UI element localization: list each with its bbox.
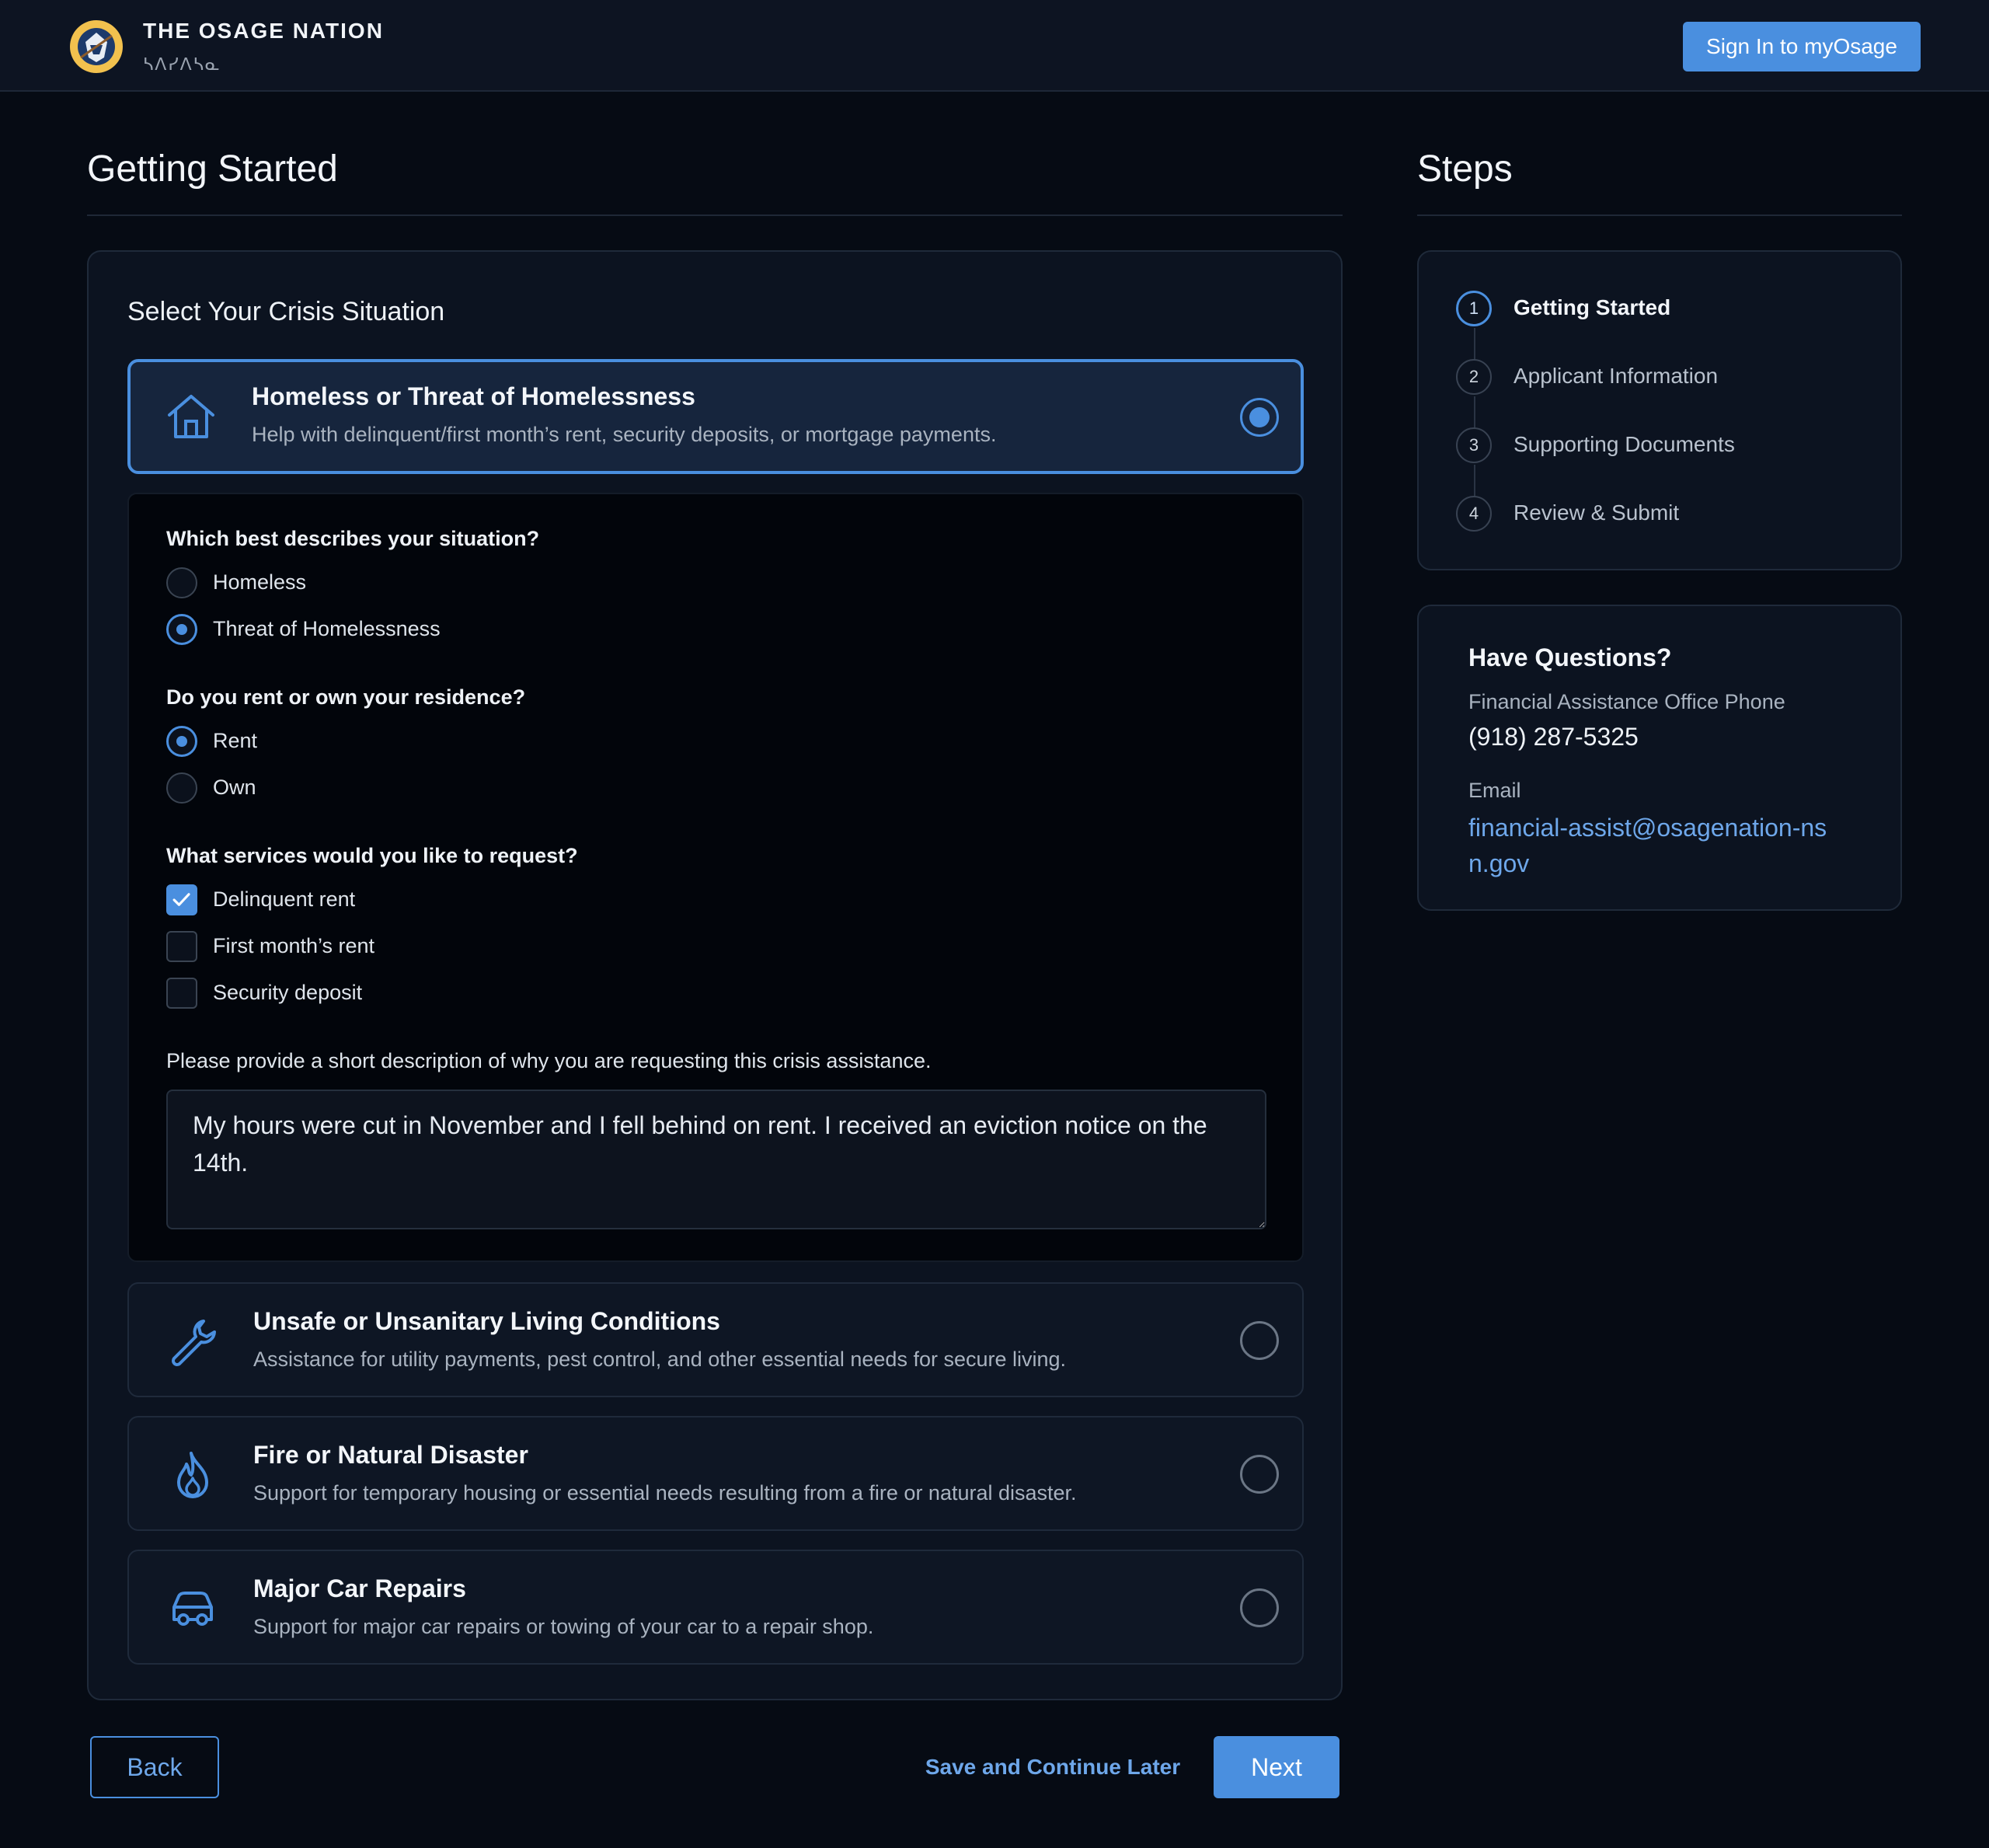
steps-card: 1 Getting Started 2 Applicant Informatio… xyxy=(1417,250,1902,570)
save-continue-later-button[interactable]: Save and Continue Later xyxy=(925,1736,1181,1798)
radio-label: Homeless xyxy=(213,570,307,594)
org-subtitle: ᓴᐱᓯᐱᓴᓇ xyxy=(143,54,221,74)
radio-label: Rent xyxy=(213,729,258,752)
wrench-icon xyxy=(172,1320,216,1366)
top-bar: THE OSAGE NATION ᓴᐱᓯᐱᓴᓇ Sign In to myOsa… xyxy=(0,0,1989,92)
option-homeless[interactable]: Homeless or Threat of Homelessness Help … xyxy=(127,359,1304,474)
radio-homeless-circle[interactable] xyxy=(166,567,197,598)
sign-in-button[interactable]: Sign In to myOsage xyxy=(1683,22,1921,71)
email-label: Email xyxy=(1468,779,1521,802)
org-name: THE OSAGE NATION xyxy=(143,19,384,43)
next-button[interactable]: Next xyxy=(1214,1736,1339,1798)
radio-label: Threat of Homelessness xyxy=(213,617,441,640)
services-question: What services would you like to request? xyxy=(166,844,578,867)
description-label: Please provide a short description of wh… xyxy=(166,1049,932,1072)
option-radio[interactable] xyxy=(1240,1588,1279,1627)
option-desc: Support for major car repairs or towing … xyxy=(253,1615,874,1638)
step-connector xyxy=(1474,465,1475,497)
option-title: Fire or Natural Disaster xyxy=(253,1441,528,1469)
step-name: Getting Started xyxy=(1514,295,1671,319)
option-radio[interactable] xyxy=(1240,1455,1279,1494)
option-radio[interactable] xyxy=(1240,398,1279,437)
radio-threat-circle[interactable] xyxy=(166,614,197,645)
option-unsafe-living[interactable]: Unsafe or Unsanitary Living Conditions A… xyxy=(127,1282,1304,1397)
crisis-panel: Select Your Crisis Situation Homeless or… xyxy=(87,250,1343,1700)
questions-title: Have Questions? xyxy=(1468,643,1672,671)
step-number: 4 xyxy=(1456,496,1492,532)
questions-card: Have Questions? Financial Assistance Off… xyxy=(1417,605,1902,911)
house-icon xyxy=(168,395,214,438)
checkmark-icon xyxy=(172,893,190,906)
situation-details: Which best describes your situation? Hom… xyxy=(127,493,1304,1262)
option-title: Unsafe or Unsanitary Living Conditions xyxy=(253,1307,720,1335)
radio-label: Own xyxy=(213,776,256,799)
radio-rent-circle[interactable] xyxy=(166,726,197,757)
phone-number[interactable]: (918) 287-5325 xyxy=(1468,723,1639,751)
checkbox-box[interactable] xyxy=(166,884,197,915)
step-name: Supporting Documents xyxy=(1514,432,1735,456)
option-title: Homeless or Threat of Homelessness xyxy=(252,382,695,410)
option-desc: Support for temporary housing or essenti… xyxy=(253,1481,1077,1505)
radio-own-circle[interactable] xyxy=(166,772,197,804)
osage-nation-logo[interactable] xyxy=(68,19,124,75)
car-icon xyxy=(172,1592,213,1626)
back-button[interactable]: Back xyxy=(90,1736,219,1798)
step-number: 3 xyxy=(1456,427,1492,463)
option-desc: Assistance for utility payments, pest co… xyxy=(253,1348,1067,1371)
flame-icon xyxy=(177,1452,208,1498)
title-divider xyxy=(87,214,1343,216)
option-radio[interactable] xyxy=(1240,1321,1279,1360)
checkbox-label: First month’s rent xyxy=(213,934,375,957)
steps-divider xyxy=(1417,214,1902,216)
situation-question: Which best describes your situation? xyxy=(166,527,540,550)
step-name: Review & Submit xyxy=(1514,500,1680,525)
step-number: 2 xyxy=(1456,359,1492,395)
residence-question: Do you rent or own your residence? xyxy=(166,685,526,709)
phone-label: Financial Assistance Office Phone xyxy=(1468,690,1785,713)
checkbox-label: Delinquent rent xyxy=(213,887,356,911)
section-title: Select Your Crisis Situation xyxy=(127,297,445,326)
option-desc: Help with delinquent/first month’s rent,… xyxy=(252,423,997,446)
step-connector xyxy=(1474,396,1475,429)
checkbox-label: Security deposit xyxy=(213,981,363,1004)
description-textarea[interactable]: My hours were cut in November and I fell… xyxy=(166,1090,1266,1229)
email-link[interactable]: financial-assist@osagenation-nsn.gov xyxy=(1468,810,1841,881)
option-title: Major Car Repairs xyxy=(253,1574,466,1602)
checkbox-box[interactable] xyxy=(166,931,197,962)
page-title: Getting Started xyxy=(87,148,338,190)
checkbox-box[interactable] xyxy=(166,978,197,1009)
step-number: 1 xyxy=(1456,291,1492,326)
step-name: Applicant Information xyxy=(1514,364,1719,388)
option-car-repairs[interactable]: Major Car Repairs Support for major car … xyxy=(127,1550,1304,1665)
option-fire-disaster[interactable]: Fire or Natural Disaster Support for tem… xyxy=(127,1416,1304,1531)
step-connector xyxy=(1474,328,1475,361)
steps-title: Steps xyxy=(1417,148,1513,190)
